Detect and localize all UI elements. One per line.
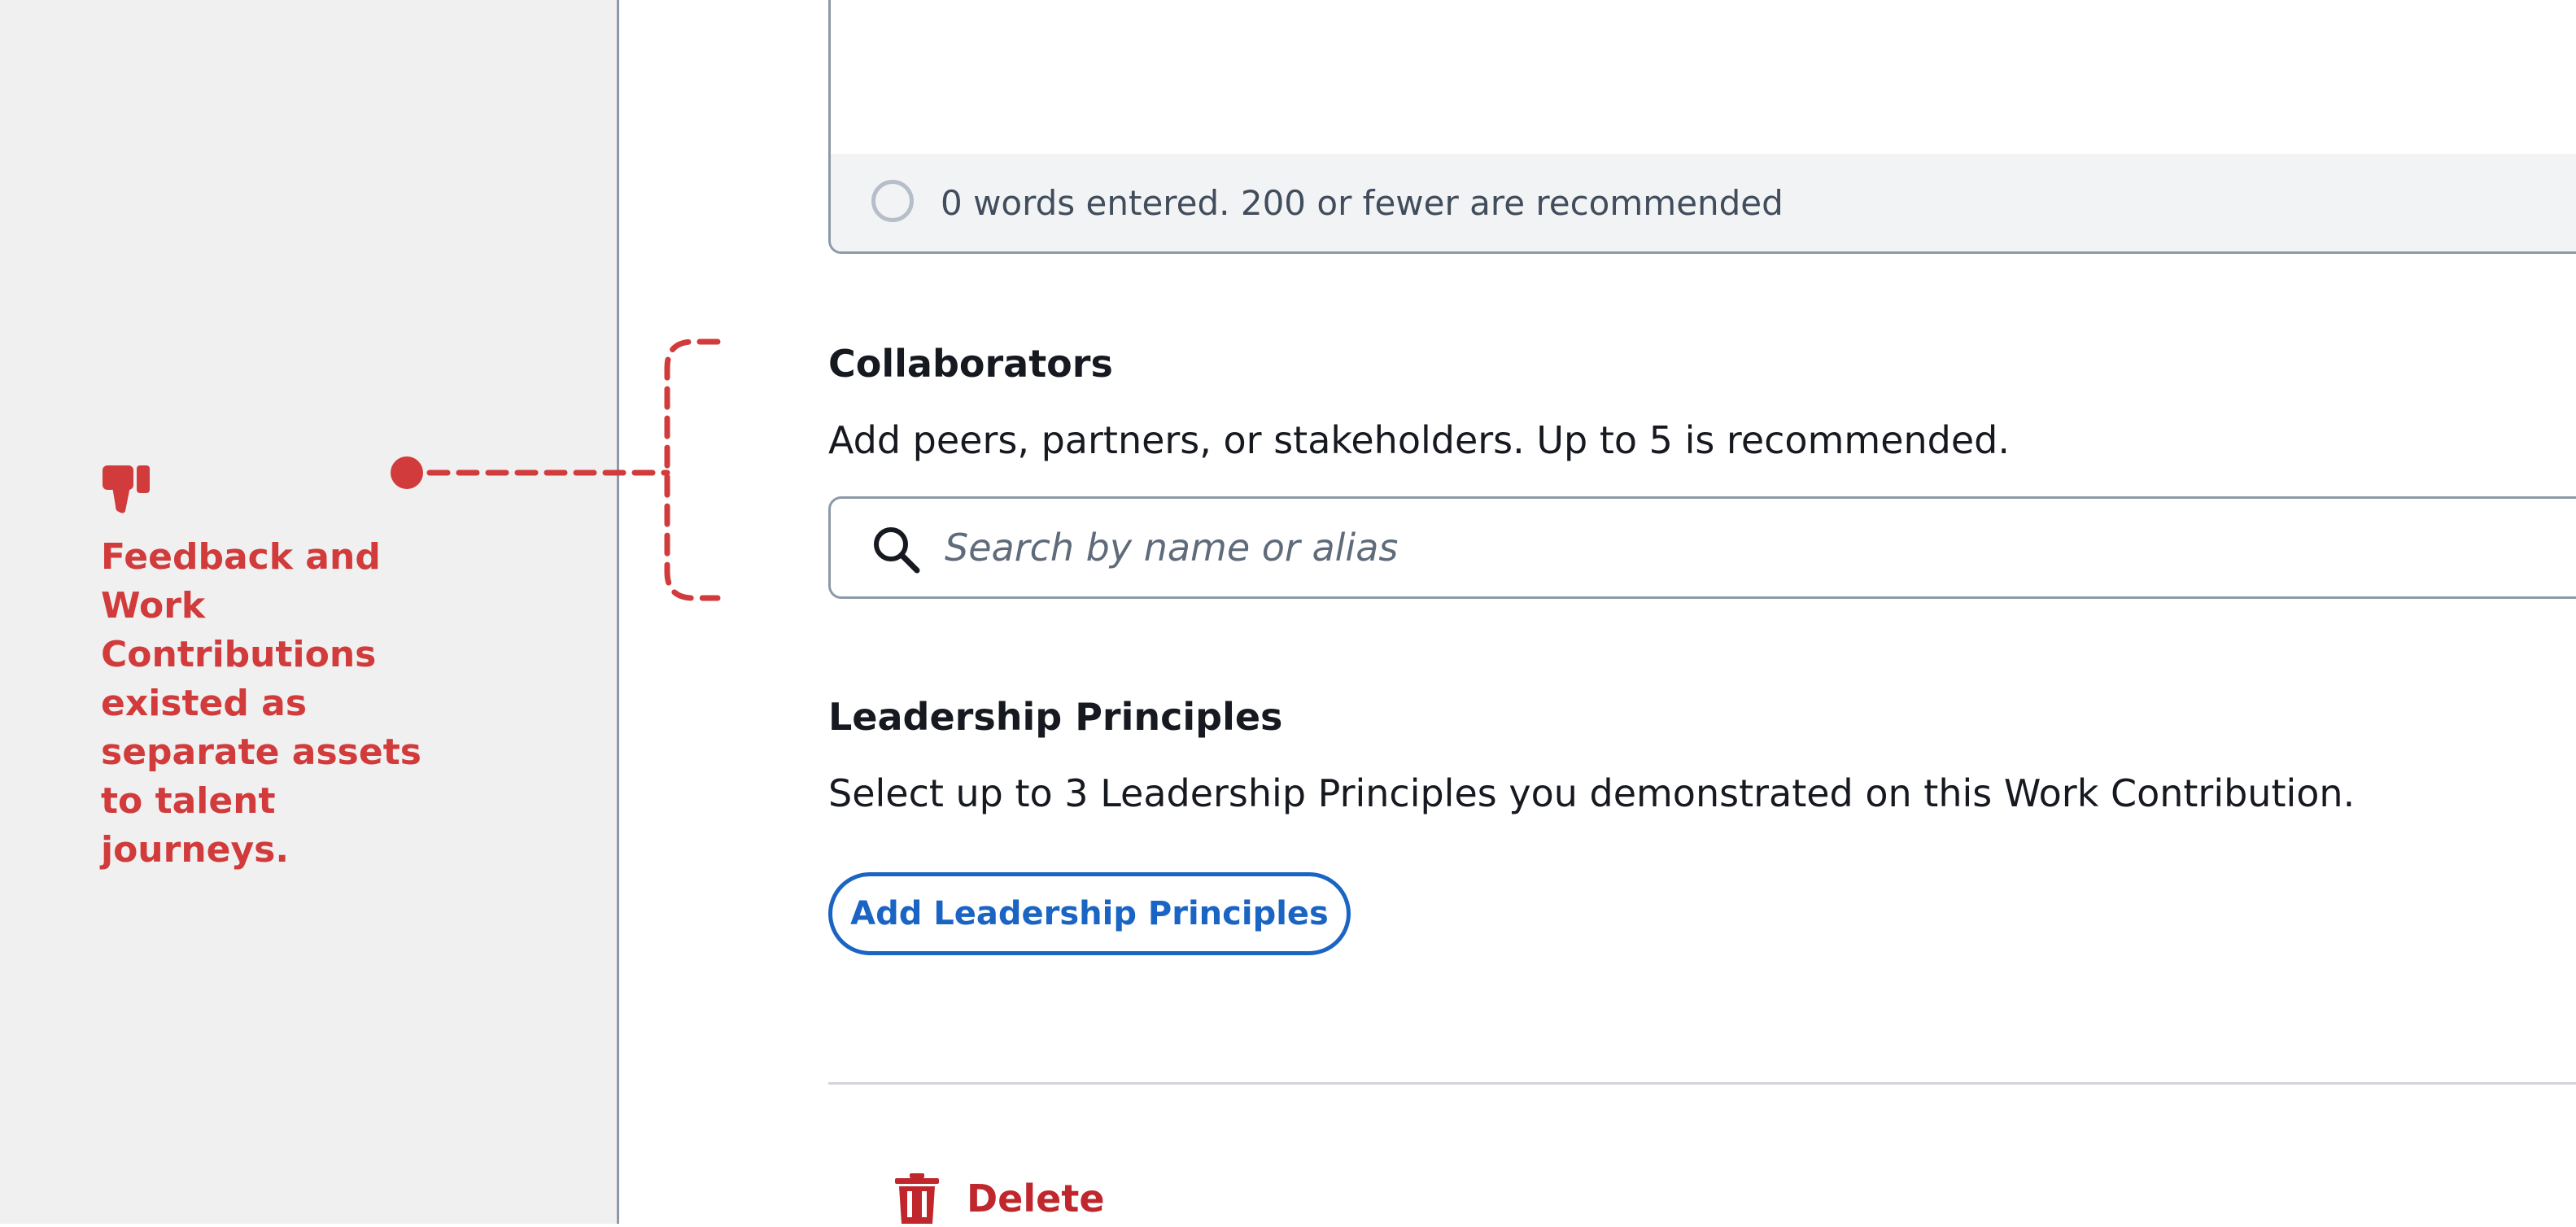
annotation-connector xyxy=(391,338,721,601)
collaborators-description: Add peers, partners, or stakeholders. Up… xyxy=(828,418,2010,462)
annotation-text: Feedback and Work Contributions existed … xyxy=(101,536,421,871)
leadership-principles-description: Select up to 3 Leadership Principles you… xyxy=(828,771,2356,815)
add-leadership-principles-button[interactable]: Add Leadership Principles xyxy=(828,872,1351,955)
search-icon xyxy=(874,527,920,574)
textarea-footer: 0 words entered. 200 or fewer are recomm… xyxy=(831,154,2576,251)
leadership-principles-title: Leadership Principles xyxy=(828,695,1283,739)
collaborators-search-input[interactable] xyxy=(945,515,2409,580)
thumbs-down-icon xyxy=(103,465,150,513)
word-count-text: 0 words entered. 200 or fewer are recomm… xyxy=(941,183,1784,223)
collaborators-title: Collaborators xyxy=(828,342,1113,386)
trash-icon xyxy=(895,1173,939,1224)
word-count-progress-icon xyxy=(871,180,914,222)
connector-bracket xyxy=(664,338,721,601)
section-divider xyxy=(828,1082,2576,1085)
connector-dot xyxy=(391,456,423,489)
delete-button[interactable]: Delete xyxy=(895,1170,1105,1227)
summary-textarea[interactable]: 0 words entered. 200 or fewer are recomm… xyxy=(828,0,2576,254)
delete-label: Delete xyxy=(967,1177,1105,1220)
collaborators-search-field[interactable] xyxy=(828,496,2576,599)
